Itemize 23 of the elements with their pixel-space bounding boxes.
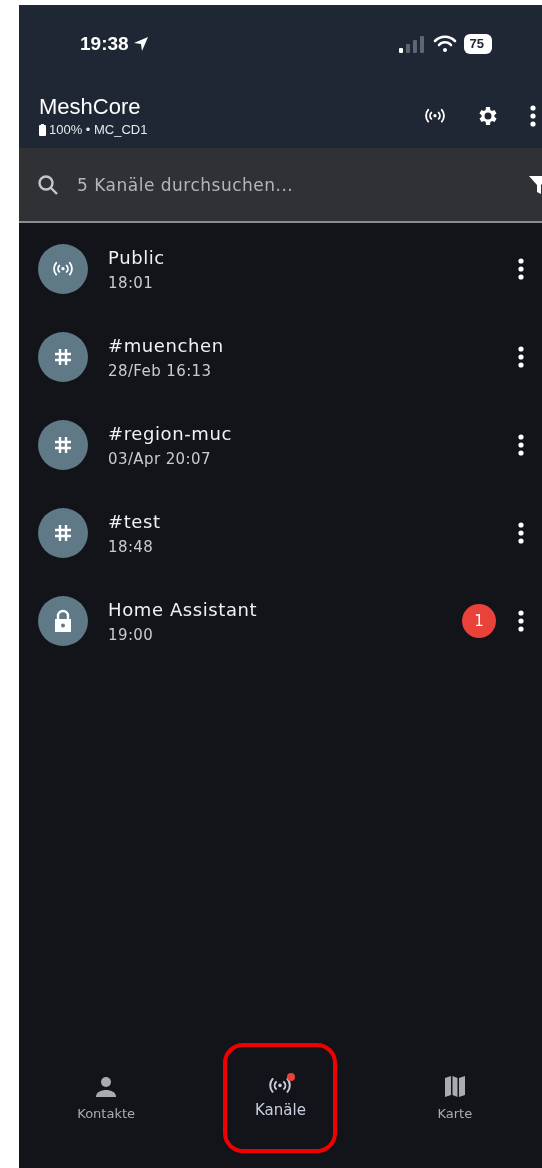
channel-name: #muenchen (108, 334, 225, 356)
app-title: MeshCore (39, 94, 142, 120)
last-message-time: 28/Feb 16:13 (108, 361, 213, 380)
battery-level: 75 (463, 34, 492, 54)
channel-item[interactable]: #muenchen 28/Feb 16:13 (19, 313, 542, 401)
channel-item[interactable]: Home Assistant 19:00 1 (19, 577, 542, 665)
nav-tab[interactable]: Karte (397, 1043, 512, 1153)
channel-name: Home Assistant (108, 598, 259, 620)
last-message-time: 03/Apr 20:07 (108, 449, 212, 468)
clock-time: 19:38 (80, 33, 129, 55)
last-message-time: 18:48 (108, 537, 155, 556)
channel-name: #test (108, 510, 162, 532)
channel-name: Public (108, 246, 166, 268)
last-message-time: 19:00 (108, 625, 155, 644)
unread-count: 1 (462, 604, 496, 638)
search-field[interactable]: 5 Kanäle durchsuchen... (75, 173, 512, 196)
channel-item[interactable]: Public 18:01 (19, 225, 542, 313)
channel-name: #region-muc (108, 422, 233, 444)
channel-item[interactable]: #test 18:48 (19, 489, 542, 577)
channel-item[interactable]: #region-muc 03/Apr 20:07 (19, 401, 542, 489)
last-message-time: 18:01 (108, 273, 155, 292)
nav-tab[interactable]: Kontakte (49, 1043, 164, 1153)
device-status: 100% • MC_CD1 (49, 122, 148, 137)
